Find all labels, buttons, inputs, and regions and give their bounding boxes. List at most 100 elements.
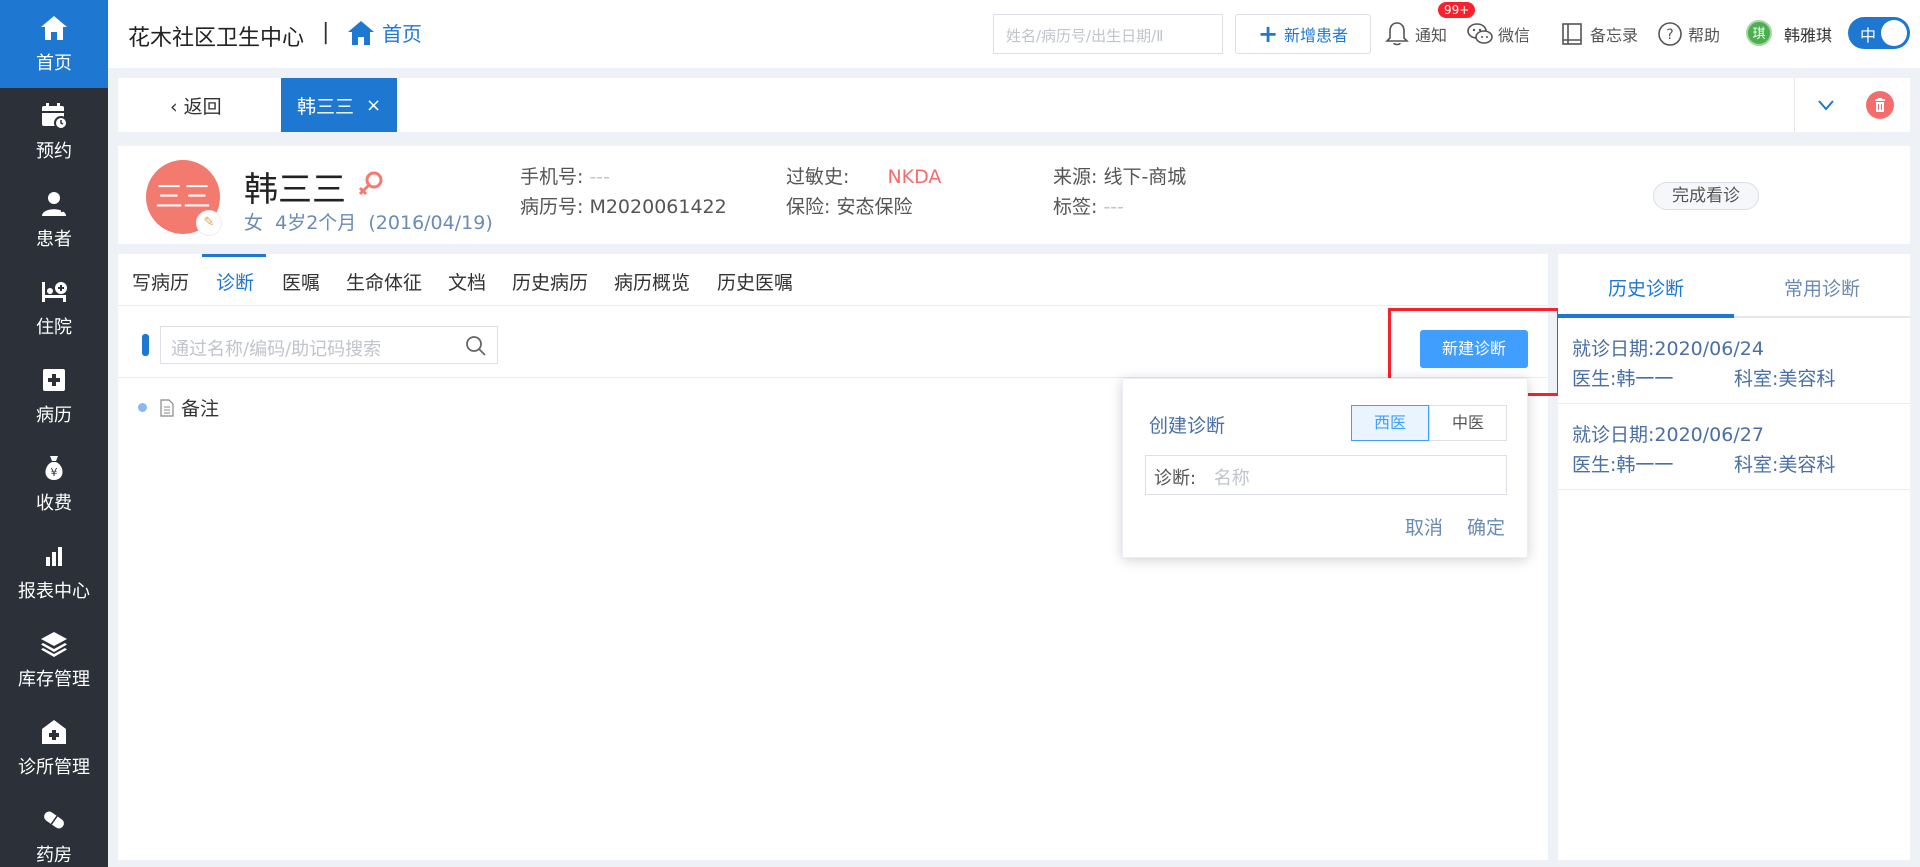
sidebar-item-records[interactable]: 病历 (0, 352, 108, 440)
patient-icon (39, 189, 69, 219)
memo-link[interactable]: 备忘录 (1558, 20, 1638, 48)
edit-icon[interactable]: ✎ (196, 210, 222, 236)
chevron-down-icon[interactable] (1815, 94, 1837, 116)
sidebar-item-inpatient[interactable]: 住院 (0, 264, 108, 352)
tab-history-records[interactable]: 历史病历 (512, 268, 588, 295)
search-icon[interactable] (465, 335, 487, 357)
tab-orders[interactable]: 医嘱 (282, 268, 320, 295)
sidebar-item-label: 库存管理 (18, 669, 90, 690)
visit-doctor: 医生:韩一一 (1572, 454, 1674, 476)
clinic-name: 花木社区卫生中心 (128, 26, 305, 51)
clinic-icon (39, 717, 69, 747)
tab-documents[interactable]: 文档 (448, 268, 486, 295)
wechat-link[interactable]: 微信 (1466, 20, 1530, 48)
back-label: 返回 (183, 96, 222, 118)
diagnosis-search-placeholder: 通过名称/编码/助记码搜索 (171, 339, 382, 360)
section-marker (142, 334, 149, 356)
record-tabs: 写病历 诊断 医嘱 生命体征 文档 历史病历 病历概览 历史医嘱 (118, 254, 1548, 306)
tab-diagnosis[interactable]: 诊断 (216, 268, 254, 295)
allergy-info: 过敏史: NKDA (786, 162, 941, 189)
insurance-info: 保险: 安态保险 (786, 192, 912, 219)
remark-label: 备注 (181, 398, 220, 420)
sidebar-item-home[interactable]: 首页 (0, 0, 108, 88)
sidebar-item-pharmacy[interactable]: 药房 (0, 792, 108, 867)
popover-title: 创建诊断 (1149, 415, 1226, 437)
remark-item[interactable]: 备注 (138, 394, 219, 421)
wechat-icon (1467, 23, 1493, 44)
breadcrumb-home[interactable]: 首页 (346, 18, 422, 47)
tab-records-overview[interactable]: 病历概览 (614, 268, 690, 295)
bell-icon (1385, 22, 1409, 46)
source-value: 线下-商城 (1103, 166, 1187, 188)
history-record[interactable]: 就诊日期:2020/06/24 医生:韩一一 科室:美容科 (1558, 318, 1910, 404)
new-patient-label: 新增患者 (1284, 26, 1349, 45)
patient-demographics: 女 4岁2个月 (2016/04/19) (244, 208, 493, 235)
new-patient-button[interactable]: + 新增患者 (1235, 14, 1371, 54)
language-label: 中 (1860, 26, 1877, 45)
chevron-left-icon: ‹ (170, 96, 184, 118)
tab-write-record[interactable]: 写病历 (132, 268, 189, 295)
visit-department: 科室:美容科 (1734, 368, 1836, 390)
close-icon[interactable]: × (366, 95, 381, 116)
trash-icon (1875, 98, 1885, 112)
patient-search-input[interactable]: 姓名/病历号/出生日期/Ⅱ (993, 14, 1223, 54)
svg-text:¥: ¥ (51, 466, 58, 479)
diagnosis-input-label: 诊断: (1154, 468, 1197, 489)
diagnosis-toolbar: 通过名称/编码/助记码搜索 新建诊断 (118, 308, 1560, 396)
sidebar-item-label: 报表中心 (18, 581, 90, 602)
cancel-button[interactable]: 取消 (1405, 513, 1443, 540)
western-medicine-option[interactable]: 西医 (1351, 405, 1429, 441)
money-bag-icon: ¥ (39, 453, 69, 483)
history-record[interactable]: 就诊日期:2020/06/27 医生:韩一一 科室:美容科 (1558, 404, 1910, 490)
sidebar-item-patients[interactable]: 患者 (0, 176, 108, 264)
delete-button[interactable] (1866, 91, 1894, 119)
sidebar-item-appointment[interactable]: 预约 (0, 88, 108, 176)
toggle-knob (1881, 20, 1907, 46)
book-icon (1562, 23, 1582, 45)
diagnosis-name-input[interactable]: 诊断: 名称 (1145, 455, 1507, 495)
help-label: 帮助 (1688, 26, 1721, 45)
sidebar-item-label: 收费 (36, 493, 72, 514)
avatar[interactable]: 琪 (1746, 20, 1772, 46)
chinese-medicine-option[interactable]: 中医 (1429, 405, 1507, 441)
bullet-dot (138, 403, 147, 412)
tab-history-diagnosis[interactable]: 历史诊断 (1608, 274, 1684, 301)
record-value: M2020061422 (589, 196, 727, 218)
divider (1794, 78, 1795, 132)
phone-info: 手机号: --- (520, 162, 610, 189)
back-button[interactable]: ‹ 返回 (170, 92, 222, 119)
source-label: 来源: (1053, 166, 1098, 188)
medical-record-icon (39, 365, 69, 395)
username[interactable]: 韩雅琪 (1784, 22, 1832, 46)
patient-age: 4岁2个月 (275, 212, 357, 234)
sidebar-item-clinic[interactable]: 诊所管理 (0, 704, 108, 792)
visit-department: 科室:美容科 (1734, 454, 1836, 476)
diagnosis-search-input[interactable]: 通过名称/编码/助记码搜索 (160, 326, 498, 364)
tab-vitals[interactable]: 生命体征 (346, 268, 422, 295)
language-toggle[interactable]: 中 (1848, 17, 1910, 49)
breadcrumb-label: 首页 (382, 22, 422, 46)
tab-common-diagnosis[interactable]: 常用诊断 (1784, 274, 1860, 301)
bar-chart-icon (39, 541, 69, 571)
tab-patient[interactable]: 韩三三 × (281, 78, 397, 132)
help-icon: ? (1658, 22, 1682, 46)
help-link[interactable]: ? 帮助 (1656, 20, 1720, 48)
wechat-label: 微信 (1498, 26, 1531, 45)
new-diagnosis-button[interactable]: 新建诊断 (1420, 330, 1528, 368)
record-info: 病历号: M2020061422 (520, 192, 727, 219)
memo-label: 备忘录 (1590, 26, 1639, 45)
notification-link[interactable]: 通知 (1383, 20, 1447, 48)
bed-icon (39, 277, 69, 307)
notification-badge: 99+ (1438, 2, 1476, 18)
sidebar-item-inventory[interactable]: 库存管理 (0, 616, 108, 704)
allergy-value: NKDA (887, 166, 942, 188)
tab-history-orders[interactable]: 历史医嘱 (717, 268, 793, 295)
patient-avatar: 三三 ✎ (146, 160, 222, 236)
confirm-button[interactable]: 确定 (1467, 513, 1505, 540)
sidebar-item-billing[interactable]: ¥ 收费 (0, 440, 108, 528)
sidebar-item-label: 预约 (36, 141, 72, 162)
finish-visit-button[interactable]: 完成看诊 (1653, 182, 1759, 210)
calendar-icon (39, 101, 69, 131)
create-diagnosis-popover: 创建诊断 西医 中医 诊断: 名称 取消 确定 (1122, 378, 1528, 558)
sidebar-item-reports[interactable]: 报表中心 (0, 528, 108, 616)
